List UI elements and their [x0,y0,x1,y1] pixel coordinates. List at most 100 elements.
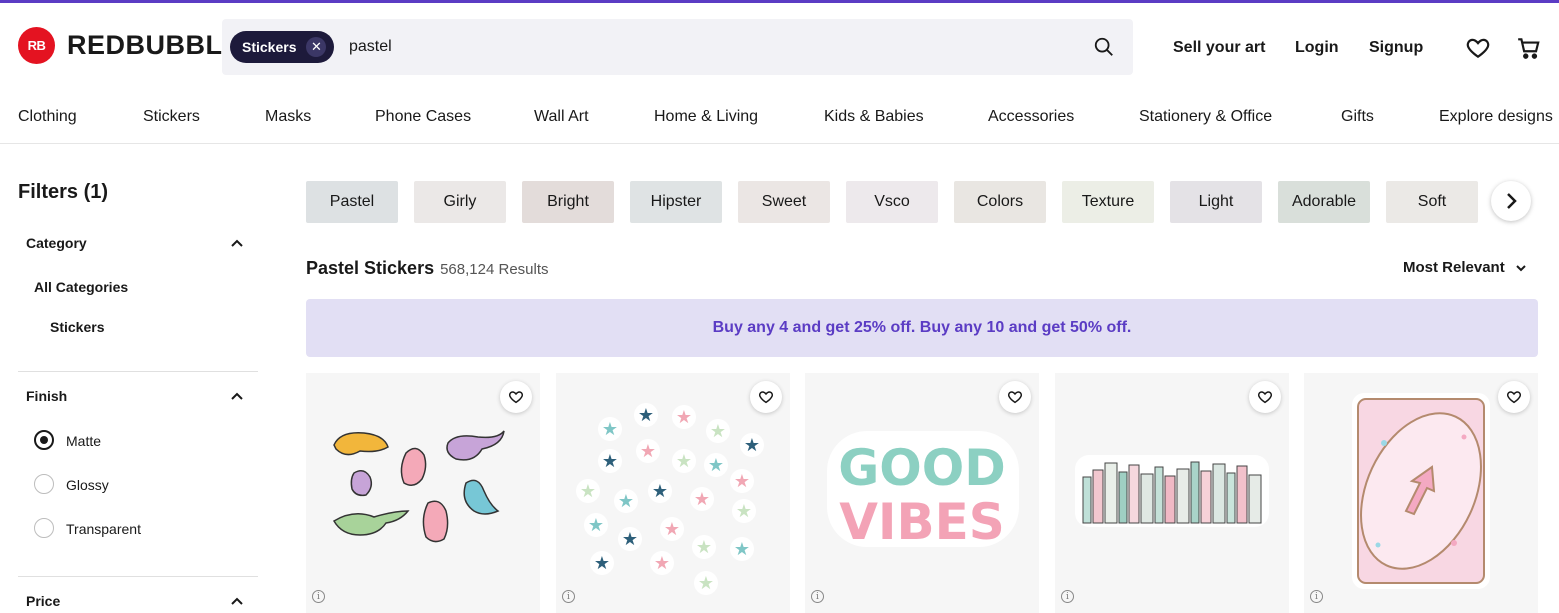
info-icon[interactable]: i [1310,590,1323,603]
divider [18,576,258,577]
star-icon: ★ [618,491,634,511]
product-card[interactable]: i [1055,373,1289,613]
finish-filter-heading[interactable]: Finish [26,388,67,404]
nav-clothing[interactable]: Clothing [18,108,77,126]
signup-link[interactable]: Signup [1369,39,1423,57]
tag-light[interactable]: Light [1170,181,1262,223]
results-heading: Pastel Stickers [306,258,435,278]
nav-home-living[interactable]: Home & Living [654,108,758,126]
divider [18,371,258,372]
chevron-up-icon[interactable] [230,596,244,606]
book-spine [1082,476,1092,524]
star-icon: ★ [696,537,712,557]
close-icon[interactable]: ✕ [306,37,327,57]
results-count: 568,124 Results [440,261,549,278]
star-icon: ★ [676,407,692,427]
star-icon: ★ [580,481,596,501]
star-icon: ★ [654,553,670,573]
sell-link[interactable]: Sell your art [1173,39,1265,57]
logo-text: REDBUBBLE [67,30,242,60]
search-input[interactable]: pastel [349,38,392,56]
star-icon: ★ [736,501,752,521]
heart-icon [758,391,774,404]
heart-icon [1007,391,1023,404]
tag-pastel[interactable]: Pastel [306,181,398,223]
star-icon: ★ [698,573,714,593]
search-icon[interactable] [1093,36,1115,58]
tag-soft[interactable]: Soft [1386,181,1478,223]
info-icon[interactable]: i [811,590,824,603]
info-icon[interactable]: i [1061,590,1074,603]
search-category-chip[interactable]: Stickers ✕ [230,31,335,63]
heart-icon[interactable] [1465,35,1491,61]
chevron-right-icon[interactable] [1491,181,1531,221]
tag-bright[interactable]: Bright [522,181,614,223]
nav-masks[interactable]: Masks [265,108,311,126]
nav-kids-babies[interactable]: Kids & Babies [824,108,924,126]
star-icon: ★ [652,481,668,501]
star-icon: ★ [638,405,654,425]
tag-texture[interactable]: Texture [1062,181,1154,223]
nav-accessories[interactable]: Accessories [988,108,1074,126]
info-icon[interactable]: i [562,590,575,603]
radio-matte[interactable] [34,430,54,450]
nav-stationery-office[interactable]: Stationery & Office [1139,108,1272,126]
search-bar[interactable]: Stickers ✕ pastel [222,19,1133,75]
star-icon: ★ [664,519,680,539]
tag-sweet[interactable]: Sweet [738,181,830,223]
tag-adorable[interactable]: Adorable [1278,181,1370,223]
chevron-up-icon[interactable] [230,391,244,401]
star-icon: ★ [602,419,618,439]
category-filter-heading[interactable]: Category [26,235,87,251]
promo-banner: Buy any 4 and get 25% off. Buy any 10 an… [306,299,1538,357]
category-stickers[interactable]: Stickers [50,319,104,335]
header: RB REDBUBBLE Stickers ✕ pastel Sell your… [0,3,1559,91]
book-spine [1164,475,1176,524]
star-icon: ★ [710,421,726,441]
favorite-button[interactable] [1249,381,1281,413]
star-icon: ★ [708,455,724,475]
product-card[interactable]: i [1304,373,1538,613]
nav-wall-art[interactable]: Wall Art [534,108,589,126]
radio-glossy[interactable] [34,474,54,494]
sort-dropdown[interactable]: Most Relevant [1403,259,1527,276]
heart-icon [1506,391,1522,404]
tag-girly[interactable]: Girly [414,181,506,223]
sort-label: Most Relevant [1403,259,1505,276]
tag-colors[interactable]: Colors [954,181,1046,223]
book-spine [1092,469,1104,524]
nav-gifts[interactable]: Gifts [1341,108,1374,126]
logo[interactable]: RB REDBUBBLE [18,27,241,64]
favorite-button[interactable] [750,381,782,413]
book-spine [1140,473,1154,524]
book-spine [1226,472,1236,524]
logo-mark: RB [18,27,55,64]
chevron-up-icon[interactable] [230,238,244,248]
heart-icon [1257,391,1273,404]
product-card[interactable]: GOOD VIBES i [805,373,1039,613]
nav-explore-designs[interactable]: Explore designs [1439,108,1553,126]
book-spine [1128,464,1140,524]
star-icon: ★ [588,515,604,535]
product-card[interactable]: ★ ★ ★ ★ ★ ★ ★ ★ ★ ★ ★ ★ ★ ★ ★ ★ ★ ★ ★ ★ ★ ★ ★ i [556,373,790,613]
star-icon: ★ [694,489,710,509]
category-all[interactable]: All Categories [34,279,128,295]
login-link[interactable]: Login [1295,39,1339,57]
book-spine [1190,461,1200,524]
nav-stickers[interactable]: Stickers [143,108,200,126]
favorite-button[interactable] [1498,381,1530,413]
favorite-button[interactable] [999,381,1031,413]
book-spine [1104,462,1118,524]
chevron-down-icon [1515,264,1526,271]
radio-transparent[interactable] [34,518,54,538]
product-card[interactable]: i [306,373,540,613]
star-icon: ★ [676,451,692,471]
sticker-text-vibes: VIBES [839,493,1005,551]
info-icon[interactable]: i [312,590,325,603]
cart-icon[interactable] [1516,35,1542,61]
nav-phone-cases[interactable]: Phone Cases [375,108,471,126]
price-filter-heading[interactable]: Price [26,593,60,609]
tag-hipster[interactable]: Hipster [630,181,722,223]
tag-vsco[interactable]: Vsco [846,181,938,223]
favorite-button[interactable] [500,381,532,413]
